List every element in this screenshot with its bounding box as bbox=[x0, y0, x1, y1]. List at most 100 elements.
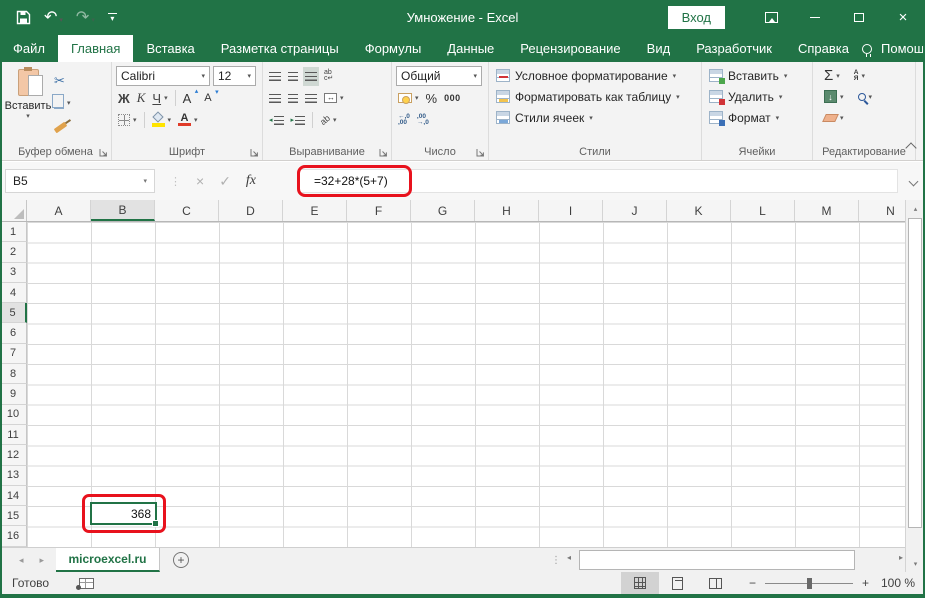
page-layout-view-button[interactable] bbox=[659, 572, 697, 594]
dropdown-caret-icon[interactable]: ▾ bbox=[168, 116, 172, 124]
dropdown-caret-icon[interactable]: ▾ bbox=[67, 99, 71, 107]
dropdown-caret-icon[interactable]: ▾ bbox=[415, 94, 419, 102]
dropdown-caret-icon[interactable]: ▾ bbox=[133, 116, 137, 124]
column-header-L[interactable]: L bbox=[731, 200, 795, 221]
number-format-select[interactable]: Общий▾ bbox=[396, 66, 482, 86]
column-header-B[interactable]: B bbox=[91, 200, 155, 221]
dialog-launcher-icon[interactable] bbox=[250, 148, 259, 157]
tab-Справка[interactable]: Справка bbox=[785, 35, 862, 62]
cells-area[interactable] bbox=[27, 222, 905, 547]
italic-button[interactable]: К bbox=[135, 89, 148, 108]
close-button[interactable]: × bbox=[881, 0, 925, 35]
tab-Рецензирование[interactable]: Рецензирование bbox=[507, 35, 633, 62]
font-color-button[interactable]: А▾ bbox=[176, 111, 200, 130]
dropdown-caret-icon[interactable]: ▾ bbox=[26, 112, 30, 120]
redo-button[interactable]: ↷▾ bbox=[76, 10, 95, 26]
dropdown-caret-icon[interactable]: ▾ bbox=[194, 116, 198, 124]
row-header-13[interactable]: 13 bbox=[0, 466, 27, 486]
customize-qat-button[interactable]: ▾ bbox=[108, 13, 117, 22]
align-bottom-button[interactable] bbox=[303, 67, 319, 86]
row-header-3[interactable]: 3 bbox=[0, 263, 27, 283]
align-top-button[interactable] bbox=[267, 67, 283, 86]
cut-button[interactable]: ✂ bbox=[52, 71, 73, 90]
dropdown-caret-icon[interactable]: ▾ bbox=[840, 114, 844, 122]
styles-button-1[interactable]: Форматировать как таблицу▾ bbox=[493, 86, 698, 107]
zoom-level[interactable]: 100 % bbox=[879, 576, 925, 590]
scroll-right-icon[interactable]: ▸ bbox=[899, 553, 903, 562]
copy-button[interactable]: ▾ bbox=[52, 93, 73, 112]
formula-bar-expand-chevron-icon[interactable] bbox=[909, 177, 919, 187]
orientation-button[interactable]: ab▾ bbox=[318, 111, 339, 130]
align-center-button[interactable] bbox=[286, 89, 300, 108]
dialog-launcher-icon[interactable] bbox=[99, 148, 108, 157]
tab-Файл[interactable]: Файл bbox=[0, 35, 58, 62]
align-right-button[interactable] bbox=[303, 89, 319, 108]
decrease-indent-button[interactable]: ◂ bbox=[267, 111, 286, 130]
sheet-prev-icon[interactable]: ◂ bbox=[19, 555, 24, 566]
tab-Данные[interactable]: Данные bbox=[434, 35, 507, 62]
row-header-7[interactable]: 7 bbox=[0, 344, 27, 364]
dialog-launcher-icon[interactable] bbox=[379, 148, 388, 157]
styles-button-2[interactable]: Стили ячеек▾ bbox=[493, 107, 698, 128]
zoom-in-button[interactable]: + bbox=[862, 576, 869, 590]
active-cell[interactable]: 368 bbox=[90, 502, 157, 525]
row-header-15[interactable]: 15 bbox=[0, 506, 27, 526]
zoom-slider-thumb[interactable] bbox=[807, 578, 812, 589]
fill-color-button[interactable]: ▾ bbox=[150, 111, 174, 130]
enter-icon[interactable]: ✓ bbox=[219, 173, 231, 190]
sort-filter-button[interactable]: АЯ▾ bbox=[852, 66, 867, 85]
font-name-select[interactable]: Calibri▾ bbox=[116, 66, 210, 86]
underline-button[interactable]: Ч▾ bbox=[150, 89, 169, 108]
row-header-4[interactable]: 4 bbox=[0, 283, 27, 303]
decrease-decimal-button[interactable]: ,00→,0 bbox=[415, 111, 431, 130]
dropdown-caret-icon[interactable]: ▾ bbox=[836, 72, 840, 80]
row-header-6[interactable]: 6 bbox=[0, 323, 27, 343]
row-header-1[interactable]: 1 bbox=[0, 222, 27, 242]
styles-button-0[interactable]: Условное форматирование▾ bbox=[493, 65, 698, 86]
dropdown-caret-icon[interactable]: ▾ bbox=[333, 116, 337, 124]
vertical-scrollbar-thumb[interactable] bbox=[908, 218, 922, 528]
bold-button[interactable]: Ж bbox=[116, 89, 132, 108]
borders-button[interactable]: ▾ bbox=[116, 111, 139, 130]
row-header-14[interactable]: 14 bbox=[0, 486, 27, 506]
row-header-5[interactable]: 5 bbox=[0, 303, 27, 323]
autosum-button[interactable]: Σ▾ bbox=[822, 66, 842, 85]
cells-button-2[interactable]: Формат▾ bbox=[706, 107, 809, 128]
column-header-M[interactable]: M bbox=[795, 200, 859, 221]
grip-dots-icon[interactable]: ⋮ bbox=[170, 175, 181, 188]
horizontal-scrollbar-thumb[interactable] bbox=[579, 550, 855, 570]
dropdown-caret-icon[interactable]: ▾ bbox=[59, 16, 63, 26]
vertical-scrollbar[interactable]: ▴ ▾ bbox=[905, 200, 925, 572]
format-painter-button[interactable] bbox=[52, 115, 73, 134]
wrap-text-button[interactable]: abc↵ bbox=[322, 67, 335, 86]
column-header-F[interactable]: F bbox=[347, 200, 411, 221]
row-header-2[interactable]: 2 bbox=[0, 242, 27, 262]
accounting-format-button[interactable]: ▾ bbox=[396, 89, 421, 108]
align-middle-button[interactable] bbox=[286, 67, 300, 86]
sheet-tab[interactable]: microexcel.ru bbox=[56, 548, 160, 572]
merge-center-button[interactable]: ▾ bbox=[322, 89, 346, 108]
dropdown-caret-icon[interactable]: ▾ bbox=[862, 72, 866, 80]
dropdown-caret-icon[interactable]: ▾ bbox=[143, 177, 147, 185]
cells-button-1[interactable]: Удалить▾ bbox=[706, 86, 809, 107]
horizontal-scrollbar[interactable]: ◂ ▸ bbox=[565, 550, 905, 570]
dropdown-caret-icon[interactable]: ▾ bbox=[164, 94, 168, 102]
tab-scroll-splitter[interactable]: ⋮ bbox=[547, 548, 565, 572]
insert-function-button[interactable]: fx bbox=[246, 173, 256, 189]
macro-record-icon[interactable] bbox=[79, 578, 94, 589]
column-header-D[interactable]: D bbox=[219, 200, 283, 221]
tab-Формулы[interactable]: Формулы bbox=[352, 35, 435, 62]
row-header-12[interactable]: 12 bbox=[0, 445, 27, 465]
clear-button[interactable]: ▾ bbox=[822, 108, 846, 127]
row-header-8[interactable]: 8 bbox=[0, 364, 27, 384]
column-header-G[interactable]: G bbox=[411, 200, 475, 221]
maximize-button[interactable] bbox=[837, 0, 881, 35]
increase-indent-button[interactable]: ▸ bbox=[289, 111, 308, 130]
comma-style-button[interactable]: 000 bbox=[442, 89, 463, 108]
ribbon-display-options-button[interactable] bbox=[749, 0, 793, 35]
sheet-next-icon[interactable]: ▸ bbox=[39, 555, 44, 566]
row-header-11[interactable]: 11 bbox=[0, 425, 27, 445]
tell-me-button[interactable]: Помощн bbox=[881, 41, 925, 56]
row-header-10[interactable]: 10 bbox=[0, 405, 27, 425]
dropdown-caret-icon[interactable]: ▾ bbox=[869, 93, 873, 101]
